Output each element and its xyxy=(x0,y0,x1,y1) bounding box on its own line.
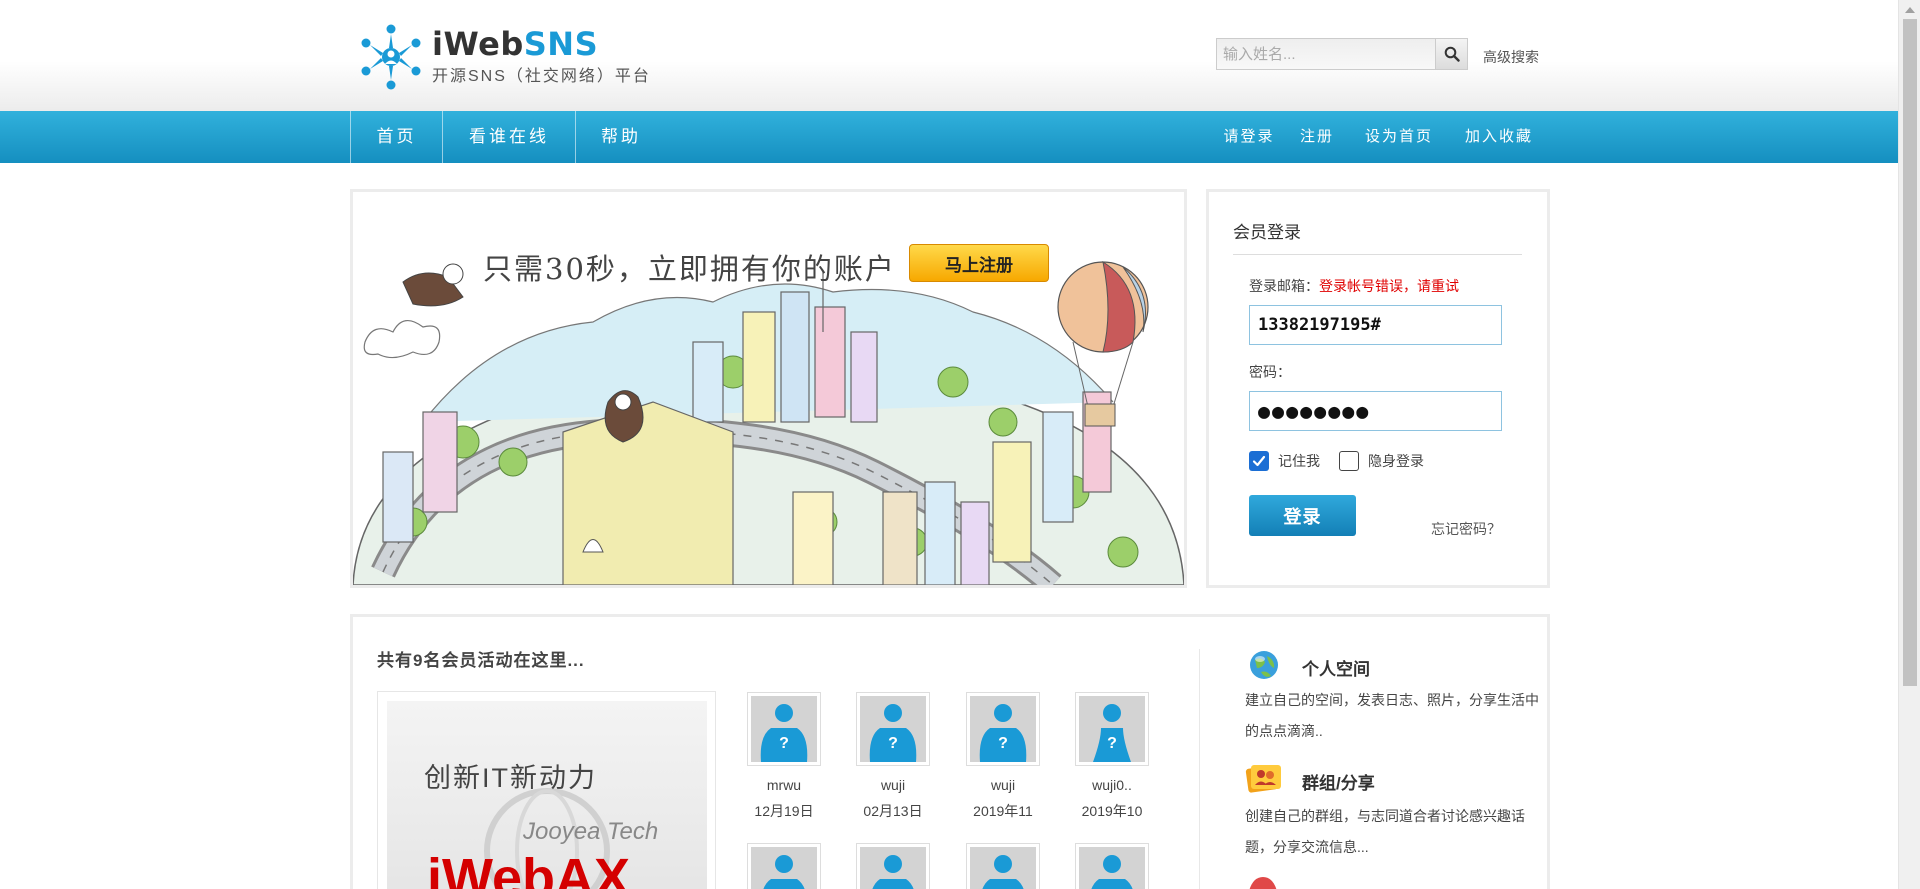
logo-people-icon xyxy=(361,24,421,90)
svg-text:?: ? xyxy=(888,735,898,752)
logo-subtitle: 开源SNS（社交网络）平台 xyxy=(432,68,651,85)
next-feature-icon xyxy=(1249,877,1277,889)
page-scrollbar[interactable] xyxy=(1898,0,1920,889)
nav-set-homepage[interactable]: 设为首页 xyxy=(1360,111,1438,163)
scrollbar-thumb[interactable] xyxy=(1903,19,1917,686)
member-name[interactable]: wuji xyxy=(843,777,943,793)
member-name[interactable]: mrwu xyxy=(734,777,834,793)
login-error-message: 登录帐号错误，请重试 xyxy=(1319,278,1459,294)
default-avatar-icon xyxy=(872,855,914,889)
avatar-placeholder: ? xyxy=(751,696,817,762)
member-date: 02月13日 xyxy=(863,803,923,819)
svg-text:?: ? xyxy=(1107,735,1117,752)
register-now-button[interactable]: 马上注册 xyxy=(909,244,1049,282)
nav-add-bookmark[interactable]: 加入收藏 xyxy=(1459,111,1539,163)
member-date: 2019年11 xyxy=(973,803,1033,819)
banner-slogan: 只需30秒，立即拥有你的账户 xyxy=(483,252,896,286)
password-field[interactable]: ●●●●●●●● xyxy=(1249,391,1502,431)
logo-word-sns: SNS xyxy=(523,25,599,63)
forgot-password-link[interactable]: 忘记密码？ xyxy=(1431,519,1501,539)
email-field[interactable]: 13382197195# xyxy=(1249,305,1502,345)
member-name[interactable]: wuji0.. xyxy=(1062,777,1162,793)
nav-who-online[interactable]: 看谁在线 xyxy=(443,111,575,163)
main-nav: 首页 看谁在线 帮助 请登录 注册 设为首页 加入收藏 xyxy=(0,111,1898,163)
advanced-search-link[interactable]: 高级搜索 xyxy=(1483,47,1539,67)
feature-title-group-share[interactable]: 群组/分享 xyxy=(1302,769,1375,794)
member-search xyxy=(1216,38,1468,70)
password-label: 密码： xyxy=(1249,364,1291,380)
promo-image[interactable]: 创新IT新动力 Jooyea Tech iWebAX xyxy=(377,691,716,889)
search-input[interactable] xyxy=(1216,38,1436,70)
members-panel: 共有9名会员活动在这里... 创新IT新动力 Jooyea Tech iWebA… xyxy=(350,614,1550,889)
column-divider xyxy=(1199,649,1200,889)
avatar-placeholder: ? xyxy=(1079,696,1145,762)
promo-headline: 创新IT新动力 xyxy=(424,763,597,793)
promo-product: iWebAX xyxy=(427,848,631,889)
member-avatar[interactable] xyxy=(856,843,930,889)
nav-help[interactable]: 帮助 xyxy=(576,111,666,163)
nav-login[interactable]: 请登录 xyxy=(1210,111,1288,163)
login-divider xyxy=(1233,254,1522,255)
avatar-placeholder xyxy=(970,847,1036,889)
feature-title-personal-space[interactable]: 个人空间 xyxy=(1302,655,1370,680)
members-count-title: 共有9名会员活动在这里... xyxy=(377,651,585,670)
default-avatar-icon: ? xyxy=(760,704,808,762)
default-avatar-icon: ? xyxy=(979,704,1027,762)
member-avatar[interactable]: ? xyxy=(1075,692,1149,766)
member-avatar[interactable]: ? xyxy=(966,692,1040,766)
header: iWebSNS 开源SNS（社交网络）平台 高级搜索 xyxy=(0,0,1898,111)
site-logo[interactable]: iWebSNS 开源SNS（社交网络）平台 xyxy=(360,22,649,92)
default-avatar-icon xyxy=(1091,855,1133,889)
avatar-placeholder: ? xyxy=(970,696,1036,762)
default-avatar-icon xyxy=(982,855,1024,889)
default-avatar-icon: ? xyxy=(869,704,917,762)
member-avatar[interactable]: ? xyxy=(747,692,821,766)
logo-word-iweb: iWeb xyxy=(432,25,524,63)
login-button[interactable]: 登录 xyxy=(1249,495,1356,536)
member-avatar[interactable] xyxy=(966,843,1040,889)
member-date: 12月19日 xyxy=(754,803,814,819)
logo-wordmark: iWebSNS xyxy=(432,26,598,62)
default-avatar-icon xyxy=(763,855,805,889)
group-icon xyxy=(1245,765,1281,793)
invisible-login-checkbox[interactable] xyxy=(1339,451,1359,471)
remember-me-label[interactable]: 记住我 xyxy=(1278,451,1320,471)
scroll-up-arrow-icon[interactable] xyxy=(1905,7,1915,13)
nav-home[interactable]: 首页 xyxy=(351,111,442,163)
search-icon xyxy=(1444,46,1460,62)
login-title: 会员登录 xyxy=(1233,223,1301,242)
avatar-placeholder xyxy=(860,847,926,889)
feature-desc-group-share: 创建自己的群组，与志同道合者讨论感兴趣话题，分享交流信息... xyxy=(1245,808,1525,855)
default-avatar-female-icon: ? xyxy=(1093,704,1131,762)
promo-background: 创新IT新动力 Jooyea Tech iWebAX xyxy=(387,701,707,889)
search-button[interactable] xyxy=(1435,38,1468,70)
avatar-placeholder xyxy=(751,847,817,889)
checkmark-icon xyxy=(1252,455,1266,467)
promo-company: Jooyea Tech xyxy=(523,818,659,845)
member-name[interactable]: wuji xyxy=(953,777,1053,793)
member-date: 2019年10 xyxy=(1081,803,1143,819)
email-label-text: 登录邮箱： xyxy=(1249,278,1319,294)
member-avatar[interactable] xyxy=(1075,843,1149,889)
register-banner: 只需30秒，立即拥有你的账户 马上注册 xyxy=(350,189,1187,588)
svg-text:?: ? xyxy=(779,735,789,752)
email-label: 登录邮箱：登录帐号错误，请重试 xyxy=(1249,276,1459,296)
globe-icon xyxy=(1250,651,1278,679)
member-avatar[interactable]: ? xyxy=(856,692,930,766)
login-panel: 会员登录 登录邮箱：登录帐号错误，请重试 13382197195# 密码： ●●… xyxy=(1206,189,1550,588)
invisible-login-label[interactable]: 隐身登录 xyxy=(1368,451,1424,471)
remember-me-checkbox[interactable] xyxy=(1249,451,1269,471)
avatar-placeholder xyxy=(1079,847,1145,889)
svg-text:?: ? xyxy=(998,735,1008,752)
member-avatar[interactable] xyxy=(747,843,821,889)
avatar-placeholder: ? xyxy=(860,696,926,762)
feature-desc-personal-space: 建立自己的空间，发表日志、照片，分享生活中的点点滴滴.. xyxy=(1245,692,1539,739)
nav-register[interactable]: 注册 xyxy=(1294,111,1340,163)
